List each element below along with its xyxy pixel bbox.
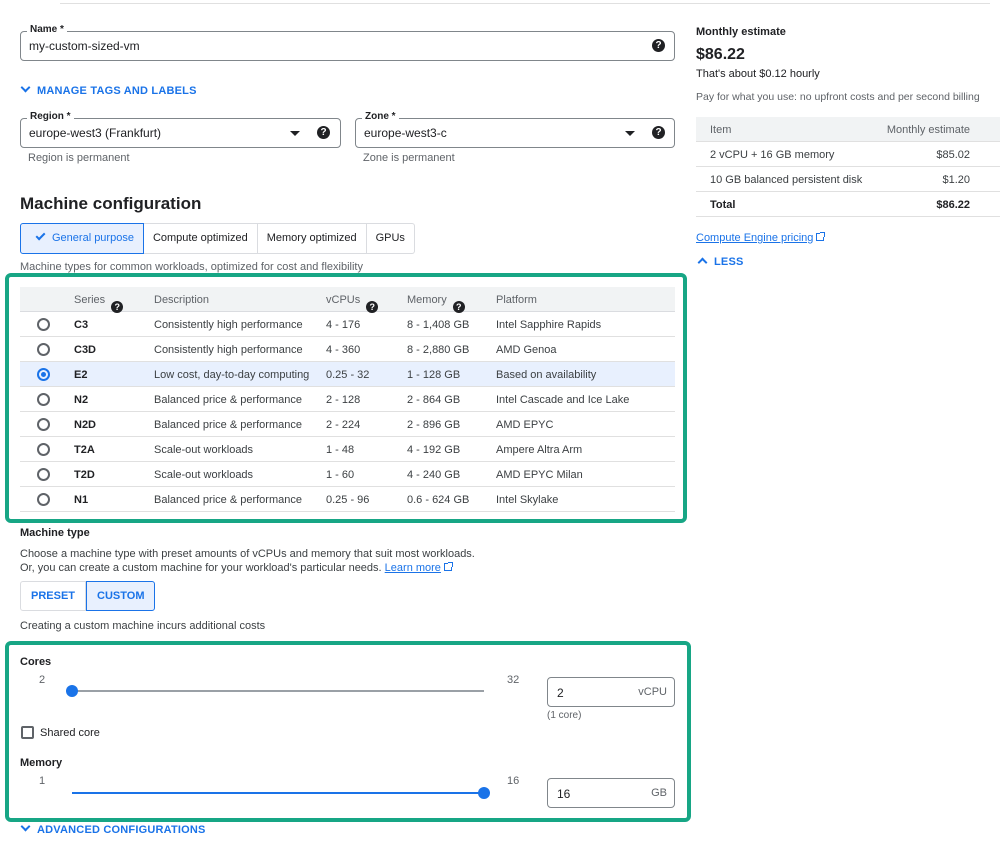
help-icon[interactable]: ? [652, 39, 665, 52]
learn-more-link[interactable]: Learn more [385, 562, 453, 574]
top-divider [60, 3, 990, 4]
external-link-icon [443, 562, 453, 571]
dropdown-caret-icon [625, 131, 635, 136]
series-table-highlight [5, 273, 687, 523]
region-hint: Region is permanent [28, 152, 130, 164]
table-row: 2 vCPU + 16 GB memory $85.02 [696, 142, 1000, 167]
machine-type-toggle: PRESET CUSTOM [20, 581, 156, 611]
region-value: europe-west3 (Frankfurt) [29, 126, 162, 140]
zone-value: europe-west3-c [364, 126, 447, 140]
less-label: LESS [714, 256, 744, 268]
tab-memory-optimized[interactable]: Memory optimized [257, 223, 367, 254]
custom-button[interactable]: CUSTOM [86, 581, 156, 611]
manage-tags-link[interactable]: MANAGE TAGS AND LABELS [20, 82, 197, 97]
tab-label: GPUs [375, 232, 405, 244]
cost-item: 2 vCPU + 16 GB memory [710, 149, 835, 161]
machine-type-title: Machine type [20, 527, 90, 539]
less-link[interactable]: LESS [697, 256, 744, 268]
tab-general-purpose[interactable]: General purpose [20, 223, 144, 254]
name-field-label: Name * [27, 24, 67, 35]
help-icon[interactable]: ? [317, 126, 330, 139]
tab-label: Compute optimized [152, 232, 248, 244]
table-header: Item Monthly estimate [696, 117, 1000, 142]
advanced-config-label: ADVANCED CONFIGURATIONS [37, 824, 206, 836]
dropdown-caret-icon [290, 131, 300, 136]
custom-config-highlight [5, 641, 691, 822]
zone-select[interactable]: Zone * europe-west3-c ? [355, 111, 675, 148]
cost-value: $85.02 [936, 149, 970, 161]
total-label: Total [710, 199, 736, 211]
pricing-link[interactable]: Compute Engine pricing [696, 232, 826, 244]
column-monthly-estimate: Monthly estimate [886, 124, 970, 136]
region-select[interactable]: Region * europe-west3 (Frankfurt) ? [20, 111, 341, 148]
cost-value: $1.20 [942, 174, 970, 186]
custom-machine-note: Creating a custom machine incurs additio… [20, 620, 266, 632]
region-label: Region * [27, 111, 74, 122]
external-link-icon [816, 232, 826, 241]
machine-type-desc-line2: Or, you can create a custom machine for … [20, 562, 382, 574]
zone-hint: Zone is permanent [363, 152, 455, 164]
machine-type-desc: Choose a machine type with preset amount… [20, 547, 475, 575]
manage-tags-label: MANAGE TAGS AND LABELS [37, 85, 197, 97]
tab-gpus[interactable]: GPUs [366, 223, 415, 254]
chevron-up-icon [697, 257, 708, 268]
estimate-title: Monthly estimate [696, 26, 786, 38]
column-item: Item [710, 124, 732, 136]
advanced-config-link[interactable]: ADVANCED CONFIGURATIONS [20, 821, 206, 836]
machine-type-desc-line1: Choose a machine type with preset amount… [20, 548, 475, 560]
help-icon[interactable]: ? [652, 126, 665, 139]
cost-table: Item Monthly estimate 2 vCPU + 16 GB mem… [696, 117, 1000, 217]
chevron-down-icon [20, 821, 31, 832]
table-row-total: Total $86.22 [696, 192, 1000, 217]
tab-label: Memory optimized [266, 232, 357, 244]
estimate-hourly: That's about $0.12 hourly [696, 68, 820, 80]
table-row: 10 GB balanced persistent disk $1.20 [696, 167, 1000, 192]
machine-types-subtitle: Machine types for common workloads, opti… [20, 261, 363, 273]
estimate-price: $86.22 [696, 46, 745, 63]
cost-item: 10 GB balanced persistent disk [710, 174, 863, 186]
preset-button[interactable]: PRESET [20, 581, 87, 611]
machine-family-tabs: General purpose Compute optimized Memory… [20, 223, 415, 254]
machine-config-title: Machine configuration [20, 194, 202, 213]
chevron-down-icon [20, 82, 31, 93]
name-field[interactable]: Name * my-custom-sized-vm ? [20, 24, 675, 61]
name-field-value: my-custom-sized-vm [29, 39, 140, 53]
zone-label: Zone * [362, 111, 399, 122]
tab-label: General purpose [52, 232, 134, 244]
tab-compute-optimized[interactable]: Compute optimized [143, 223, 258, 254]
checkmark-icon [35, 230, 46, 241]
estimate-note: Pay for what you use: no upfront costs a… [696, 91, 980, 103]
total-value: $86.22 [936, 199, 970, 211]
